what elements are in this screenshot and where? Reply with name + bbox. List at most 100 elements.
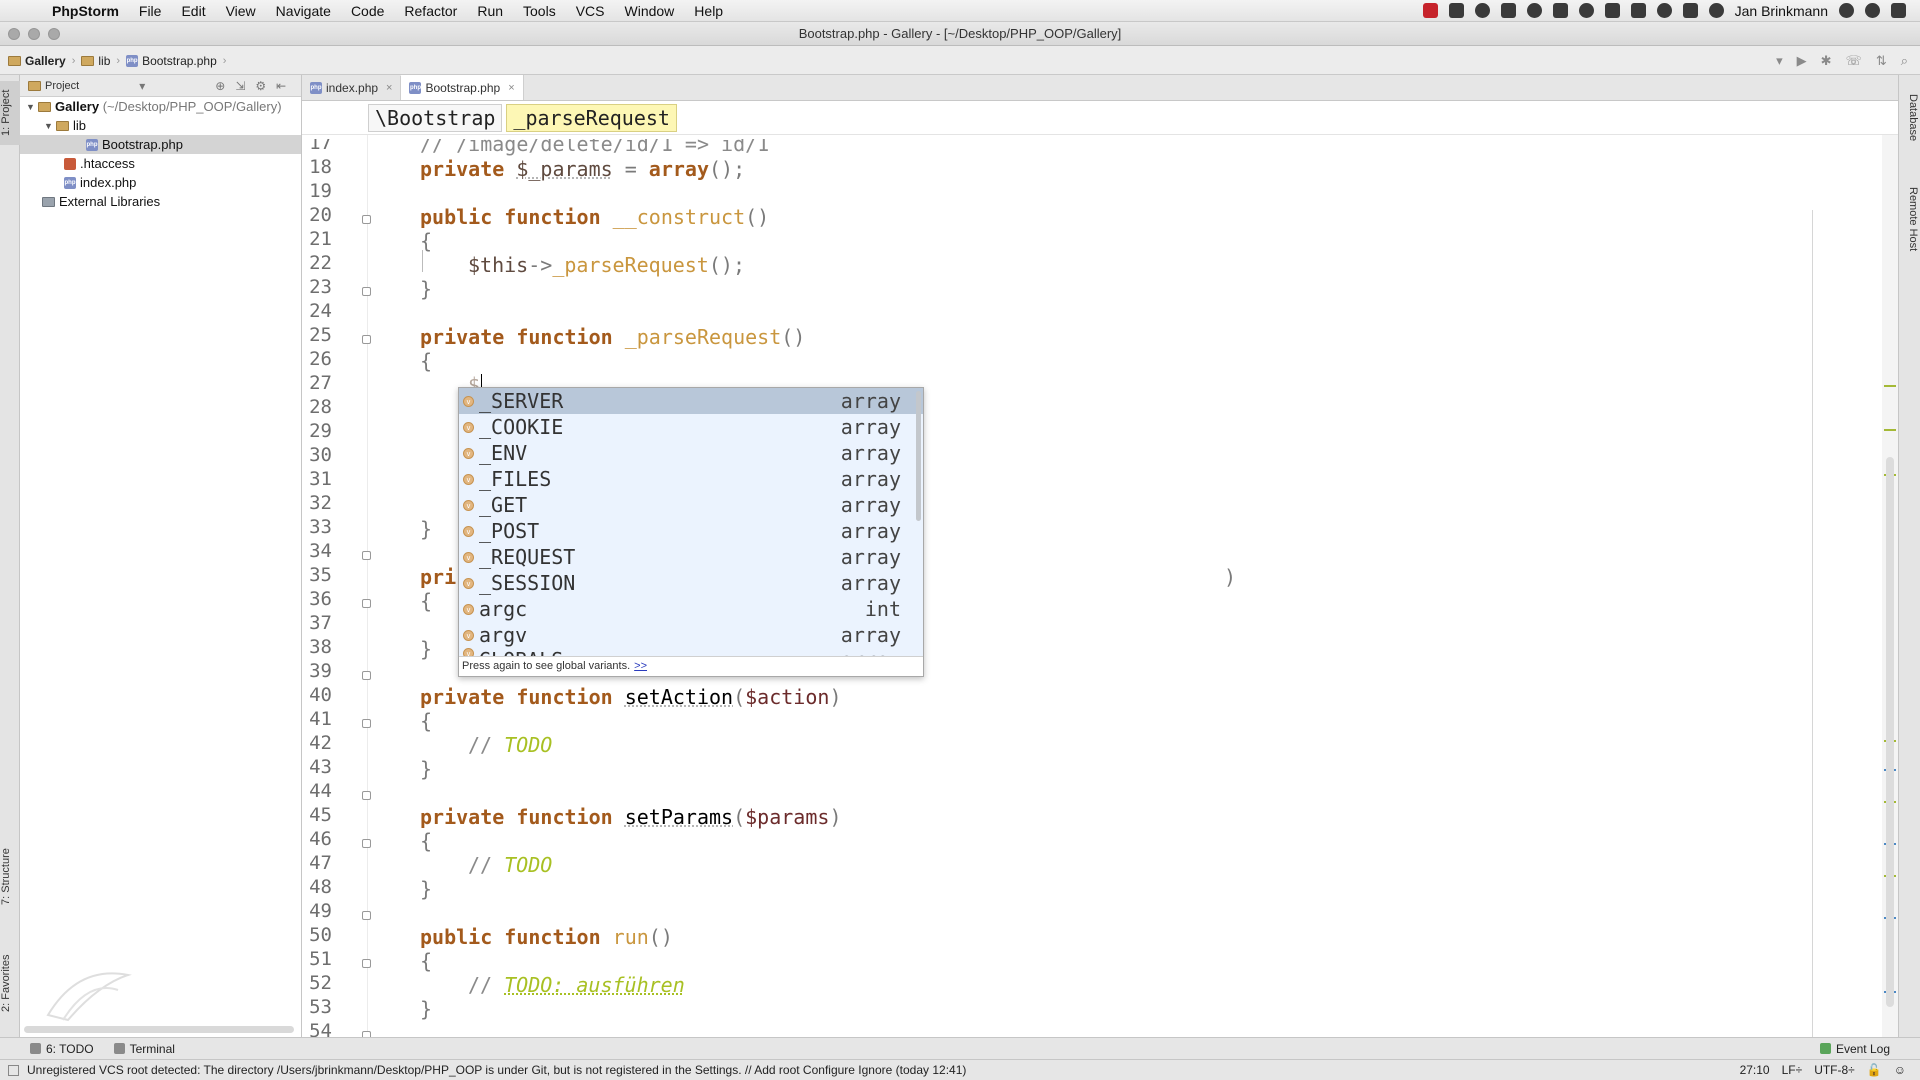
chevron-down-icon[interactable]: ▾	[139, 79, 145, 93]
tree-item-lib[interactable]: ▼ lib	[20, 116, 301, 135]
code-comment: //	[468, 733, 505, 757]
file-encoding[interactable]: UTF-8÷	[1814, 1063, 1855, 1077]
time-machine-icon[interactable]	[1708, 3, 1724, 18]
terminal-label: Terminal	[129, 1041, 175, 1056]
completion-scrollbar[interactable]	[916, 391, 921, 521]
menu-tools[interactable]: Tools	[513, 3, 566, 19]
listen-debug-icon[interactable]: ☏	[1846, 53, 1862, 69]
evernote-icon[interactable]	[1604, 3, 1620, 18]
nav-crumb-lib[interactable]: lib ›	[81, 54, 120, 68]
app-tray-icon[interactable]	[1474, 3, 1490, 18]
cloud-tray-icon[interactable]	[1578, 3, 1594, 18]
minimize-window-icon[interactable]	[28, 28, 40, 40]
spotlight-search-icon[interactable]	[1865, 3, 1880, 18]
code-line-25: private function _parseRequest()	[420, 325, 805, 349]
debug-icon[interactable]: ✱	[1821, 53, 1832, 69]
tool-window-event-log[interactable]: Event Log	[1819, 1042, 1890, 1056]
menu-app-name[interactable]: PhpStorm	[42, 3, 129, 19]
lock-icon[interactable]: 🔓	[1867, 1063, 1882, 1077]
menu-run[interactable]: Run	[467, 3, 513, 19]
info-tray-icon[interactable]	[1526, 3, 1542, 18]
completion-item[interactable]: v _POST array	[459, 518, 923, 544]
completion-item[interactable]: v _COOKIE array	[459, 414, 923, 440]
completion-item[interactable]: v _ENV array	[459, 440, 923, 466]
tree-item-gallery[interactable]: ▼ Gallery (~/Desktop/PHP_OOP/Gallery)	[20, 97, 301, 116]
code-line-37: {	[420, 589, 432, 613]
bluetooth-icon[interactable]	[1682, 3, 1698, 18]
project-horizontal-scrollbar[interactable]	[24, 1026, 294, 1033]
tree-item-index[interactable]: php index.php	[20, 173, 301, 192]
completion-item[interactable]: v _GET array	[459, 492, 923, 518]
user-name[interactable]: Jan Brinkmann	[1735, 3, 1828, 19]
book-tray-icon[interactable]	[1552, 3, 1568, 18]
code-function-name: __construct	[612, 205, 746, 229]
collapse-all-icon[interactable]: ⇲	[235, 79, 245, 93]
completion-list: v _SERVER array v _COOKIE array v _ENV array v _FI…	[459, 388, 923, 660]
plus-tray-icon[interactable]	[1500, 3, 1516, 18]
tool-tab-favorites[interactable]: 2: Favorites	[0, 941, 20, 1025]
tool-window-todo[interactable]: 6: TODO	[30, 1042, 94, 1056]
status-message[interactable]: Unregistered VCS root detected: The dire…	[27, 1063, 966, 1077]
warning-marker[interactable]	[1884, 429, 1896, 431]
tree-item-external-libraries[interactable]: External Libraries	[20, 192, 301, 211]
tool-tab-structure[interactable]: 7: Structure	[0, 835, 20, 919]
code-keyword: function	[504, 925, 601, 949]
folder-icon	[38, 101, 51, 112]
completion-item[interactable]: v _REQUEST array	[459, 544, 923, 570]
menu-vcs[interactable]: VCS	[566, 3, 615, 19]
hector-icon[interactable]: ☺	[1894, 1063, 1906, 1077]
expand-arrow-icon[interactable]: ▼	[26, 102, 38, 112]
completion-item[interactable]: v _SESSION array	[459, 570, 923, 596]
notification-center-icon[interactable]	[1891, 3, 1906, 18]
code-brace: }	[420, 877, 433, 901]
completion-item[interactable]: v argc int	[459, 596, 923, 622]
menu-file[interactable]: File	[129, 3, 172, 19]
zoom-window-icon[interactable]	[48, 28, 60, 40]
caret-position[interactable]: 27:10	[1740, 1063, 1770, 1077]
tool-tab-project[interactable]: 1: Project	[0, 81, 20, 145]
expand-arrow-icon[interactable]: ▼	[44, 121, 56, 131]
project-view-selector[interactable]: Project	[45, 80, 79, 92]
chevron-right-icon: ›	[222, 54, 227, 67]
menu-code[interactable]: Code	[341, 3, 394, 19]
close-window-icon[interactable]	[8, 28, 20, 40]
hide-panel-icon[interactable]: ⇤	[276, 79, 286, 93]
code-line-42: {	[420, 709, 432, 733]
global-variants-link[interactable]: >>	[634, 660, 647, 672]
tool-tab-remote-host[interactable]: Remote Host	[1899, 171, 1919, 267]
nav-crumb-bootstrap[interactable]: php Bootstrap.php ›	[126, 54, 226, 68]
dropbox-icon[interactable]	[1448, 3, 1464, 18]
vcs-icon[interactable]: ⇅	[1876, 53, 1887, 69]
user-icon[interactable]	[1839, 3, 1854, 18]
code-line-36: pri	[420, 565, 456, 589]
run-config-dropdown-icon[interactable]: ▾	[1776, 53, 1783, 69]
shield-tray-icon[interactable]	[1630, 3, 1646, 18]
menu-window[interactable]: Window	[615, 3, 685, 19]
line-separator[interactable]: LF÷	[1782, 1063, 1803, 1077]
volume-icon[interactable]	[1656, 3, 1672, 18]
completion-item[interactable]: v _SERVER array	[459, 388, 923, 414]
gear-icon[interactable]: ⚙	[255, 79, 266, 93]
tree-item-htaccess[interactable]: .htaccess	[20, 154, 301, 173]
vertical-scrollbar[interactable]	[1886, 457, 1894, 1007]
recording-icon[interactable]	[1422, 3, 1438, 18]
menu-edit[interactable]: Edit	[171, 3, 215, 19]
menu-help[interactable]: Help	[684, 3, 733, 19]
menu-view[interactable]: View	[216, 3, 266, 19]
run-icon[interactable]: ▶	[1797, 53, 1807, 69]
completion-item[interactable]: v _FILES array	[459, 466, 923, 492]
search-icon[interactable]: ⌕	[1901, 53, 1908, 69]
menu-refactor[interactable]: Refactor	[394, 3, 467, 19]
tree-item-bootstrap[interactable]: php Bootstrap.php	[20, 135, 301, 154]
tool-window-terminal[interactable]: Terminal	[113, 1041, 175, 1056]
error-stripe[interactable]	[1882, 135, 1898, 1037]
warning-marker[interactable]	[1884, 385, 1896, 387]
code-line-26: {	[420, 349, 432, 373]
tool-tab-database[interactable]: Database	[1899, 83, 1919, 153]
scroll-from-source-icon[interactable]: ⊕	[215, 79, 225, 93]
completion-item[interactable]: v argv array	[459, 622, 923, 648]
tool-windows-toggle-icon[interactable]	[8, 1064, 19, 1076]
menu-navigate[interactable]: Navigate	[266, 3, 341, 19]
code-line-54: }	[420, 997, 432, 1021]
nav-crumb-gallery[interactable]: Gallery ›	[8, 54, 75, 68]
